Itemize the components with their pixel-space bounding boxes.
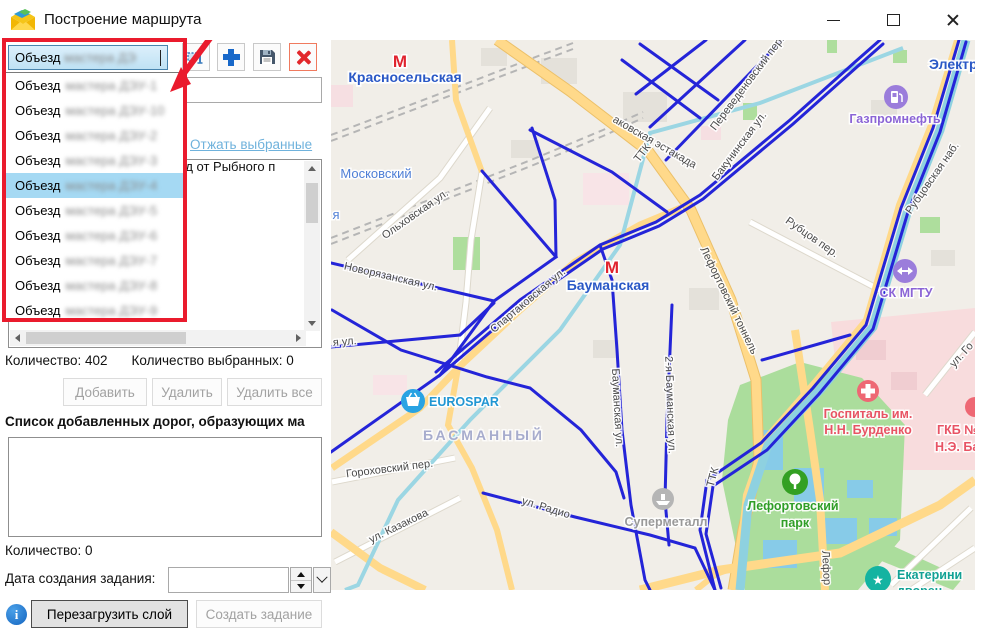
metro-icon: М: [605, 258, 619, 277]
dropdown-item[interactable]: Объездмастера ДЭУ-6: [6, 223, 185, 248]
svg-text:СК МГТУ: СК МГТУ: [879, 286, 932, 300]
maximize-button[interactable]: [876, 6, 910, 34]
list-item[interactable]: -д от Рыбного п: [181, 159, 296, 174]
eurospar-icon: [401, 389, 425, 413]
svg-text:Московский: Московский: [340, 166, 411, 181]
svg-text:Лефор: Лефор: [819, 550, 833, 585]
svg-text:Бауманская: Бауманская: [567, 277, 650, 293]
window-title: Построение маршрута: [44, 11, 201, 28]
minimize-button[interactable]: [816, 6, 850, 34]
plus-icon: [223, 49, 240, 66]
sport-complex-icon: [893, 259, 917, 283]
create-task-button[interactable]: Создать задание: [196, 600, 322, 628]
svg-text:я: я: [332, 207, 339, 222]
svg-text:Н.Н. Бурденко: Н.Н. Бурденко: [824, 423, 912, 437]
remove-button[interactable]: Удалить: [152, 378, 222, 406]
delete-route-button[interactable]: [289, 43, 317, 71]
added-roads-label: Список добавленных дорог, образующих ма: [5, 414, 331, 429]
deselect-all-link[interactable]: Отжать выбранные: [190, 137, 312, 152]
dropdown-item[interactable]: Объездмастера ДЭУ-2: [6, 123, 185, 148]
save-icon: [258, 48, 276, 66]
close-button[interactable]: [936, 6, 970, 34]
dropdown-item[interactable]: Объездмастера ДЭУ-7: [6, 248, 185, 273]
svg-text:дворец: дворец: [897, 584, 943, 590]
svg-text:Электро: Электро: [929, 56, 975, 72]
map-canvas[interactable]: Ольховская ул. Новорязанская ул. я ул. С…: [331, 40, 975, 590]
add-button[interactable]: Добавить: [63, 378, 147, 406]
route-panel: Объезд мастера ДЭ Отж: [0, 40, 331, 634]
dropdown-item-selected[interactable]: Объездмастера ДЭУ-4: [6, 173, 185, 198]
svg-text:я ул.: я ул.: [332, 335, 357, 349]
svg-text:Екатерини: Екатерини: [897, 568, 962, 582]
info-icon: i: [6, 604, 27, 625]
added-roads-listbox[interactable]: [8, 437, 322, 537]
supermetall-icon: [652, 488, 674, 510]
route-combobox[interactable]: Объезд мастера ДЭ: [8, 45, 168, 70]
save-route-button[interactable]: [253, 43, 281, 71]
svg-text:Суперметалл: Суперметалл: [625, 515, 708, 529]
dropdown-item[interactable]: Объездмастера ДЭУ-10: [6, 98, 185, 123]
app-icon: [10, 8, 36, 32]
add-route-button[interactable]: [217, 43, 245, 71]
titlebar: Построение маршрута: [0, 0, 983, 40]
date-label: Дата создания задания:: [5, 571, 155, 586]
chevron-down-icon: [160, 50, 161, 65]
dropdown-item[interactable]: Объездмастера ДЭУ-3: [6, 148, 185, 173]
x-icon: [296, 50, 311, 65]
svg-text:Госпиталь им.: Госпиталь им.: [824, 407, 913, 421]
chevron-down-icon: [316, 572, 327, 583]
horizontal-scroll-thumb[interactable]: [26, 332, 186, 344]
gas-station-icon: [884, 85, 908, 109]
count-selected: Количество выбранных: 0: [132, 353, 294, 368]
remove-all-button[interactable]: Удалить все: [227, 378, 322, 406]
svg-text:Лефортовский: Лефортовский: [747, 499, 838, 513]
combo-value: Объезд: [15, 50, 60, 65]
svg-text:БАСМАННЫЙ: БАСМАННЫЙ: [423, 426, 545, 443]
triangle-up-icon: [297, 572, 305, 577]
svg-text:парк: парк: [781, 516, 810, 530]
maximize-icon: [887, 14, 900, 26]
minimize-icon: [827, 20, 840, 21]
triangle-down-icon: [297, 584, 305, 589]
svg-text:Н.Э. Ба: Н.Э. Ба: [935, 440, 975, 454]
park-icon: [782, 469, 808, 495]
date-input[interactable]: [168, 567, 289, 593]
dropdown-item[interactable]: Объездмастера ДЭУ-5: [6, 198, 185, 223]
vertical-scroll-thumb[interactable]: [306, 183, 318, 223]
hospital-icon: [857, 380, 879, 402]
svg-text:Красносельская: Красносельская: [348, 69, 461, 85]
close-icon: [946, 13, 960, 27]
svg-text:EUROSPAR: EUROSPAR: [429, 395, 499, 409]
date-spinner[interactable]: [290, 567, 312, 593]
count-added: Количество: 0: [5, 543, 93, 558]
scroll-up-icon: [308, 166, 316, 171]
rename-route-button[interactable]: [182, 43, 210, 71]
rename-icon: [187, 48, 205, 66]
scroll-right-icon: [296, 334, 301, 342]
dropdown-item[interactable]: Объездмастера ДЭУ-8: [6, 273, 185, 298]
svg-text:★: ★: [872, 573, 884, 588]
date-dropdown-button[interactable]: [313, 567, 331, 593]
metro-icon: М: [393, 52, 407, 71]
scroll-down-icon: [308, 321, 316, 326]
dropdown-item[interactable]: Объездмастера ДЭУ-1: [6, 73, 185, 98]
combo-value-redacted: мастера ДЭ: [64, 50, 136, 65]
svg-text:ГКБ №: ГКБ №: [937, 423, 975, 437]
count-total: Количество: 402: [5, 353, 108, 368]
reload-layer-button[interactable]: Перезагрузить слой: [31, 600, 188, 628]
svg-text:Газпромнефть: Газпромнефть: [849, 112, 941, 126]
scroll-left-icon: [15, 334, 20, 342]
horizontal-scrollbar[interactable]: [10, 330, 306, 346]
app-window: Построение маршрута Объезд мастера ДЭ: [0, 0, 983, 634]
route-dropdown-list[interactable]: Объездмастера ДЭУ-1 Объездмастера ДЭУ-10…: [5, 72, 186, 322]
spin-down-button[interactable]: [291, 580, 311, 592]
dropdown-item[interactable]: Объездмастера ДЭУ-9: [6, 298, 185, 322]
vertical-scrollbar[interactable]: [304, 161, 320, 331]
